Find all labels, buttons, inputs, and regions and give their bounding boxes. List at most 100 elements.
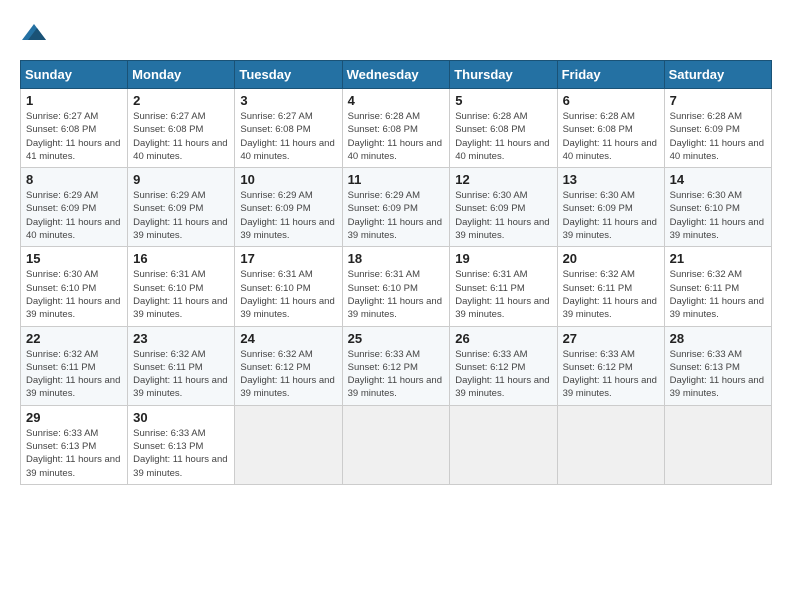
calendar-header-tuesday: Tuesday [235, 61, 342, 89]
logo-text [20, 20, 46, 50]
calendar-cell: 25 Sunrise: 6:33 AMSunset: 6:12 PMDayligh… [342, 326, 450, 405]
calendar-cell: 16Sunrise: 6:31 AMSunset: 6:10 PMDayligh… [128, 247, 235, 326]
day-info: Sunrise: 6:33 AMSunset: 6:13 PMDaylight:… [133, 427, 229, 480]
calendar-cell: 13 Sunrise: 6:30 AMSunset: 6:09 PMDayligh… [557, 168, 664, 247]
calendar-cell: 23Sunrise: 6:32 AMSunset: 6:11 PMDayligh… [128, 326, 235, 405]
calendar-header-monday: Monday [128, 61, 235, 89]
day-info: Sunrise: 6:28 AMSunset: 6:08 PMDaylight:… [348, 110, 445, 163]
calendar-header-sunday: Sunday [21, 61, 128, 89]
day-info: Sunrise: 6:30 AMSunset: 6:10 PMDaylight:… [26, 268, 122, 321]
calendar-cell: 14 Sunrise: 6:30 AMSunset: 6:10 PMDayligh… [664, 168, 771, 247]
calendar-cell: 27 Sunrise: 6:33 AMSunset: 6:12 PMDayligh… [557, 326, 664, 405]
day-info: Sunrise: 6:27 AMSunset: 6:08 PMDaylight:… [133, 110, 229, 163]
day-info: Sunrise: 6:31 AMSunset: 6:11 PMDaylight:… [455, 268, 551, 321]
day-number: 18 [348, 251, 445, 266]
day-info: Sunrise: 6:27 AMSunset: 6:08 PMDaylight:… [240, 110, 336, 163]
day-number: 8 [26, 172, 122, 187]
calendar-header-friday: Friday [557, 61, 664, 89]
day-number: 28 [670, 331, 766, 346]
calendar-cell: 2 Sunrise: 6:27 AMSunset: 6:08 PMDaylight… [128, 89, 235, 168]
day-info: Sunrise: 6:28 AMSunset: 6:08 PMDaylight:… [455, 110, 551, 163]
day-info: Sunrise: 6:29 AMSunset: 6:09 PMDaylight:… [240, 189, 336, 242]
day-number: 7 [670, 93, 766, 108]
calendar-week-4: 22 Sunrise: 6:32 AMSunset: 6:11 PMDayligh… [21, 326, 772, 405]
calendar-cell: 26 Sunrise: 6:33 AMSunset: 6:12 PMDayligh… [450, 326, 557, 405]
calendar-cell: 22 Sunrise: 6:32 AMSunset: 6:11 PMDayligh… [21, 326, 128, 405]
day-info: Sunrise: 6:33 AMSunset: 6:12 PMDaylight:… [348, 348, 445, 401]
day-info: Sunrise: 6:28 AMSunset: 6:08 PMDaylight:… [563, 110, 659, 163]
day-number: 30 [133, 410, 229, 425]
day-number: 2 [133, 93, 229, 108]
calendar-cell: 28Sunrise: 6:33 AMSunset: 6:13 PMDayligh… [664, 326, 771, 405]
day-info: Sunrise: 6:30 AMSunset: 6:10 PMDaylight:… [670, 189, 766, 242]
calendar-cell: 24Sunrise: 6:32 AMSunset: 6:12 PMDayligh… [235, 326, 342, 405]
calendar-cell: 29 Sunrise: 6:33 AMSunset: 6:13 PMDayligh… [21, 405, 128, 484]
day-info: Sunrise: 6:33 AMSunset: 6:12 PMDaylight:… [563, 348, 659, 401]
day-info: Sunrise: 6:32 AMSunset: 6:11 PMDaylight:… [563, 268, 659, 321]
day-info: Sunrise: 6:31 AMSunset: 6:10 PMDaylight:… [240, 268, 336, 321]
calendar-cell: 6 Sunrise: 6:28 AMSunset: 6:08 PMDaylight… [557, 89, 664, 168]
calendar-cell [557, 405, 664, 484]
calendar-cell [664, 405, 771, 484]
day-info: Sunrise: 6:30 AMSunset: 6:09 PMDaylight:… [455, 189, 551, 242]
day-number: 19 [455, 251, 551, 266]
calendar-cell: 1 Sunrise: 6:27 AMSunset: 6:08 PMDaylight… [21, 89, 128, 168]
day-number: 6 [563, 93, 659, 108]
day-info: Sunrise: 6:30 AMSunset: 6:09 PMDaylight:… [563, 189, 659, 242]
day-info: Sunrise: 6:33 AMSunset: 6:13 PMDaylight:… [26, 427, 122, 480]
calendar-cell: 20 Sunrise: 6:32 AMSunset: 6:11 PMDayligh… [557, 247, 664, 326]
day-number: 15 [26, 251, 122, 266]
day-info: Sunrise: 6:29 AMSunset: 6:09 PMDaylight:… [348, 189, 445, 242]
day-number: 4 [348, 93, 445, 108]
day-number: 21 [670, 251, 766, 266]
page-header [20, 20, 772, 50]
calendar-header-thursday: Thursday [450, 61, 557, 89]
day-info: Sunrise: 6:32 AMSunset: 6:11 PMDaylight:… [26, 348, 122, 401]
day-info: Sunrise: 6:31 AMSunset: 6:10 PMDaylight:… [348, 268, 445, 321]
logo [20, 20, 46, 50]
calendar-week-3: 15 Sunrise: 6:30 AMSunset: 6:10 PMDayligh… [21, 247, 772, 326]
calendar-cell: 15 Sunrise: 6:30 AMSunset: 6:10 PMDayligh… [21, 247, 128, 326]
calendar-cell: 3 Sunrise: 6:27 AMSunset: 6:08 PMDaylight… [235, 89, 342, 168]
calendar-cell: 17 Sunrise: 6:31 AMSunset: 6:10 PMDayligh… [235, 247, 342, 326]
calendar-week-2: 8 Sunrise: 6:29 AMSunset: 6:09 PMDaylight… [21, 168, 772, 247]
day-info: Sunrise: 6:29 AMSunset: 6:09 PMDaylight:… [133, 189, 229, 242]
calendar-cell: 5Sunrise: 6:28 AMSunset: 6:08 PMDaylight… [450, 89, 557, 168]
day-info: Sunrise: 6:33 AMSunset: 6:12 PMDaylight:… [455, 348, 551, 401]
day-number: 3 [240, 93, 336, 108]
day-info: Sunrise: 6:32 AMSunset: 6:11 PMDaylight:… [670, 268, 766, 321]
day-number: 13 [563, 172, 659, 187]
day-info: Sunrise: 6:27 AMSunset: 6:08 PMDaylight:… [26, 110, 122, 163]
day-info: Sunrise: 6:31 AMSunset: 6:10 PMDaylight:… [133, 268, 229, 321]
day-number: 29 [26, 410, 122, 425]
calendar-cell [450, 405, 557, 484]
calendar-cell: 12Sunrise: 6:30 AMSunset: 6:09 PMDayligh… [450, 168, 557, 247]
calendar-cell [235, 405, 342, 484]
calendar-header-wednesday: Wednesday [342, 61, 450, 89]
calendar-cell: 11Sunrise: 6:29 AMSunset: 6:09 PMDayligh… [342, 168, 450, 247]
calendar-table: SundayMondayTuesdayWednesdayThursdayFrid… [20, 60, 772, 485]
day-info: Sunrise: 6:29 AMSunset: 6:09 PMDaylight:… [26, 189, 122, 242]
calendar-cell: 19 Sunrise: 6:31 AMSunset: 6:11 PMDayligh… [450, 247, 557, 326]
day-number: 20 [563, 251, 659, 266]
day-info: Sunrise: 6:28 AMSunset: 6:09 PMDaylight:… [670, 110, 766, 163]
day-number: 24 [240, 331, 336, 346]
day-number: 25 [348, 331, 445, 346]
calendar-week-5: 29 Sunrise: 6:33 AMSunset: 6:13 PMDayligh… [21, 405, 772, 484]
logo-icon [22, 20, 46, 44]
day-number: 9 [133, 172, 229, 187]
day-number: 22 [26, 331, 122, 346]
day-number: 1 [26, 93, 122, 108]
day-number: 26 [455, 331, 551, 346]
calendar-week-1: 1 Sunrise: 6:27 AMSunset: 6:08 PMDaylight… [21, 89, 772, 168]
day-number: 17 [240, 251, 336, 266]
day-number: 27 [563, 331, 659, 346]
calendar-cell: 10Sunrise: 6:29 AMSunset: 6:09 PMDayligh… [235, 168, 342, 247]
calendar-cell: 30 Sunrise: 6:33 AMSunset: 6:13 PMDayligh… [128, 405, 235, 484]
calendar-cell [342, 405, 450, 484]
day-number: 23 [133, 331, 229, 346]
calendar-cell: 8 Sunrise: 6:29 AMSunset: 6:09 PMDaylight… [21, 168, 128, 247]
calendar-header-saturday: Saturday [664, 61, 771, 89]
day-number: 14 [670, 172, 766, 187]
calendar-header-row: SundayMondayTuesdayWednesdayThursdayFrid… [21, 61, 772, 89]
